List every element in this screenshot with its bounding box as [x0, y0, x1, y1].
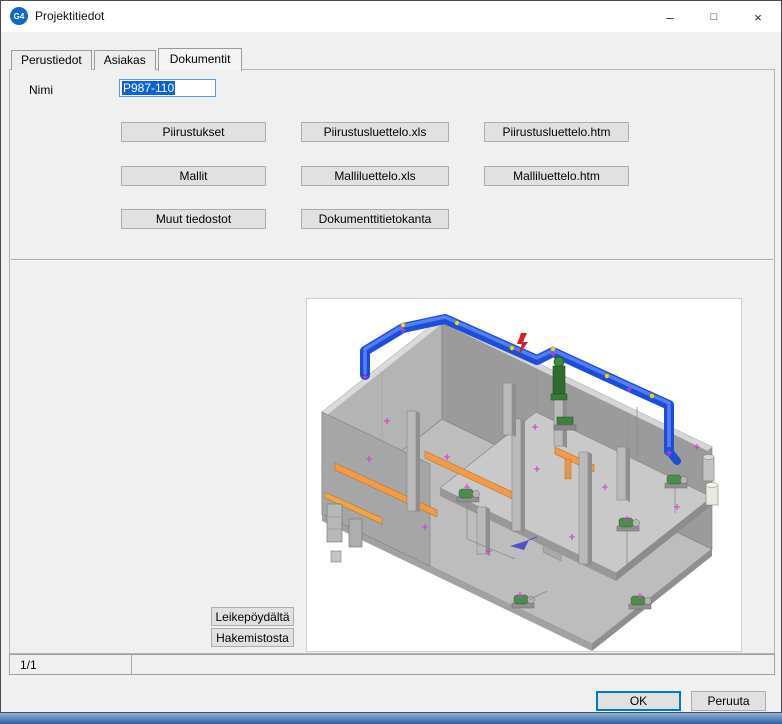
titlebar[interactable]: G4 Projektitiedot – □ ×	[1, 1, 781, 32]
button-piirustusluettelo-xls[interactable]: Piirustusluettelo.xls	[301, 122, 449, 142]
app-icon: G4	[10, 7, 28, 25]
separator-line	[11, 259, 773, 261]
ok-button[interactable]: OK	[596, 691, 681, 711]
maximize-button[interactable]: □	[692, 2, 736, 32]
cancel-button[interactable]: Peruuta	[691, 691, 766, 711]
screen: G4 Projektitiedot – □ × Perustiedot Asia…	[0, 0, 782, 724]
button-dokumenttitietokanta[interactable]: Dokumenttitietokanta	[301, 209, 449, 229]
background-window-strip	[0, 713, 782, 724]
tab-dokumentit[interactable]: Dokumentit	[158, 48, 243, 71]
tab-perustiedot[interactable]: Perustiedot	[11, 50, 92, 70]
button-muut-tiedostot[interactable]: Muut tiedostot	[121, 209, 266, 229]
button-piirustusluettelo-htm[interactable]: Piirustusluettelo.htm	[484, 122, 629, 142]
button-leikepoydalta[interactable]: Leikepöydältä	[211, 607, 294, 626]
name-input-selected-text: P987-110	[122, 81, 175, 95]
name-input[interactable]: P987-110	[119, 79, 216, 97]
model-preview-panel	[306, 298, 742, 652]
button-mallit[interactable]: Mallit	[121, 166, 266, 186]
window-controls: – □ ×	[648, 2, 780, 32]
tabstrip: Perustiedot Asiakas Dokumentit	[11, 48, 244, 70]
window-title: Projektitiedot	[35, 9, 104, 23]
page-indicator: 1/1	[10, 655, 132, 674]
button-malliluettelo-xls[interactable]: Malliluettelo.xls	[301, 166, 449, 186]
minimize-button[interactable]: –	[648, 2, 692, 32]
tab-asiakas[interactable]: Asiakas	[94, 50, 156, 70]
button-piirustukset[interactable]: Piirustukset	[121, 122, 266, 142]
close-button[interactable]: ×	[736, 2, 780, 32]
button-hakemistosta[interactable]: Hakemistosta	[211, 628, 294, 647]
dialog-projektitiedot: G4 Projektitiedot – □ × Perustiedot Asia…	[0, 0, 782, 713]
button-malliluettelo-htm[interactable]: Malliluettelo.htm	[484, 166, 629, 186]
statusbar: 1/1	[9, 654, 775, 675]
model-preview-image	[307, 299, 741, 651]
name-label: Nimi	[29, 83, 53, 97]
